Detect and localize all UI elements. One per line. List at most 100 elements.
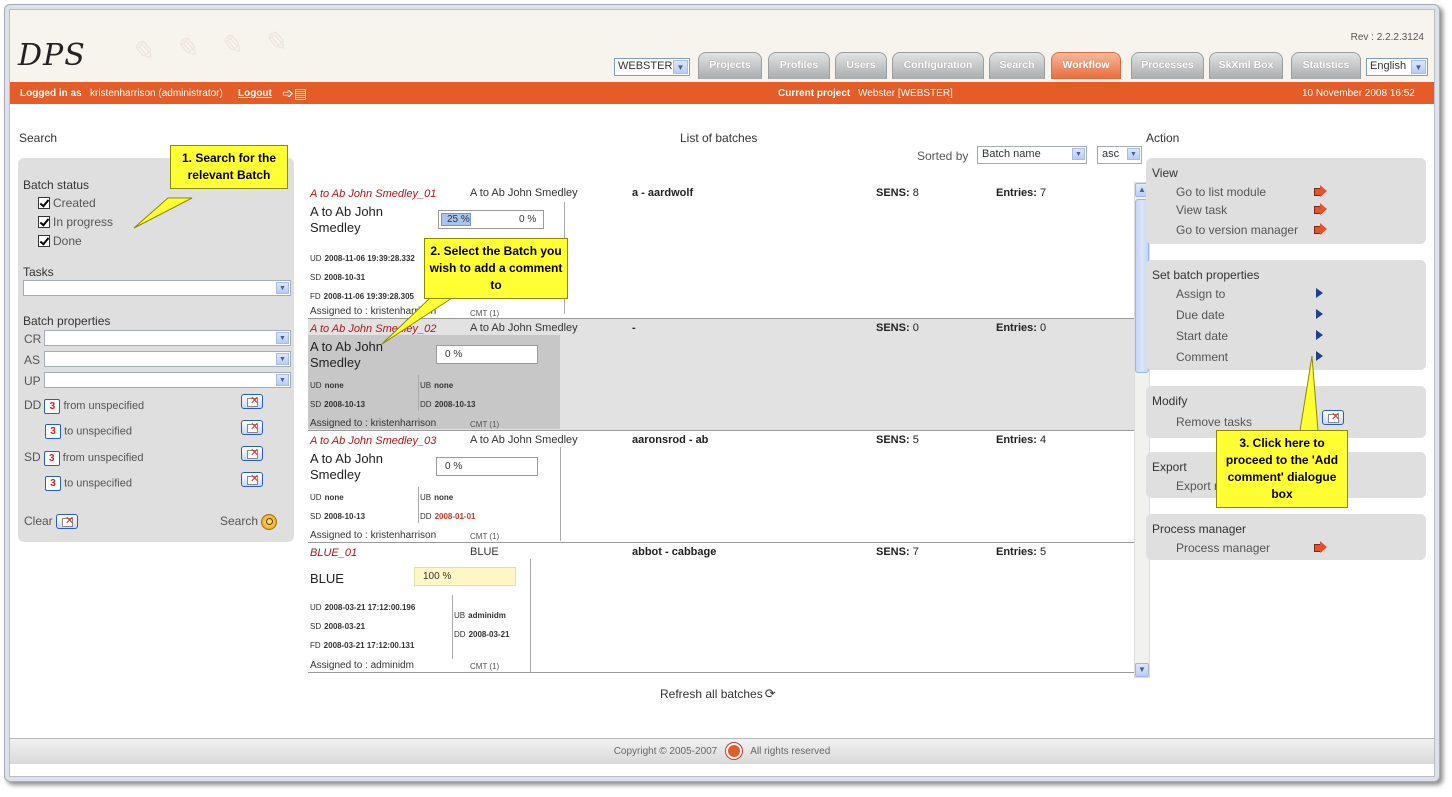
main-nav: Projects Profiles Users Configuration Se… xyxy=(10,52,1434,80)
as-label: AS xyxy=(24,353,41,367)
tasks-select[interactable]: ▼ xyxy=(23,280,291,296)
batch-range: - xyxy=(632,322,636,334)
logout-link[interactable]: Logout xyxy=(238,88,272,99)
remove-tasks-link[interactable]: Remove tasks xyxy=(1176,415,1252,429)
clear-date-icon[interactable] xyxy=(241,446,263,461)
assign-to-link[interactable]: Assign to xyxy=(1176,287,1225,301)
divider xyxy=(452,595,453,659)
export-link[interactable]: Export r xyxy=(1176,479,1218,493)
arrow-right-icon[interactable] xyxy=(1314,185,1327,197)
language-select[interactable]: English ▼ xyxy=(1366,58,1428,76)
tab-users[interactable]: Users xyxy=(835,52,887,79)
cr-select[interactable]: ▼ xyxy=(44,330,291,346)
process-manager-link[interactable]: Process manager xyxy=(1176,541,1270,555)
chevron-down-icon[interactable]: ▼ xyxy=(276,282,289,294)
batch-name[interactable]: A to Ab John Smedley_03 xyxy=(310,435,436,447)
go-to-version-manager-link[interactable]: Go to version manager xyxy=(1176,223,1298,237)
status-in-progress-checkbox[interactable]: In progress xyxy=(38,215,113,229)
ud-label: UD xyxy=(310,381,322,390)
calendar-icon[interactable]: 3 xyxy=(45,424,61,439)
status-done-label: Done xyxy=(53,234,82,248)
entries-label: Entries: xyxy=(996,187,1037,199)
comment-count[interactable]: CMT (1) xyxy=(470,420,499,429)
chevron-down-icon[interactable]: ▼ xyxy=(1411,60,1426,74)
status-created-checkbox[interactable]: Created xyxy=(38,196,96,210)
switch-window-icon[interactable]: ➩▤ xyxy=(282,85,307,102)
comment-count[interactable]: CMT (1) xyxy=(470,309,499,318)
chevron-down-icon[interactable]: ▼ xyxy=(276,332,289,344)
tab-workflow[interactable]: Workflow xyxy=(1051,52,1121,79)
go-to-list-module-link[interactable]: Go to list module xyxy=(1176,185,1266,199)
chevron-down-icon[interactable]: ▼ xyxy=(276,374,289,386)
chevron-down-icon[interactable]: ▼ xyxy=(1072,148,1085,160)
due-date-link[interactable]: Due date xyxy=(1176,308,1225,322)
tab-configuration[interactable]: Configuration xyxy=(892,52,984,79)
arrow-right-icon[interactable] xyxy=(1314,541,1327,553)
play-arrow-icon[interactable] xyxy=(1316,330,1323,340)
arrow-right-icon[interactable] xyxy=(1314,203,1327,215)
scroll-down-icon[interactable]: ▼ xyxy=(1135,663,1149,677)
chevron-down-icon[interactable]: ▼ xyxy=(1127,148,1140,160)
dd-meta: DD 2008-10-13 xyxy=(420,400,475,409)
batch-dictionary: A to Ab John Smedley xyxy=(470,187,578,199)
clear-label: Clear xyxy=(24,514,53,528)
up-select[interactable]: ▼ xyxy=(44,372,291,388)
status-done-checkbox[interactable]: Done xyxy=(38,234,82,248)
batch-row-selected[interactable]: A to Ab John Smedley_02 A to Ab John Sme… xyxy=(308,319,1134,431)
progress-value: 100 % xyxy=(423,571,452,582)
refresh-icon[interactable]: ⟳ xyxy=(765,686,776,702)
cr-label: CR xyxy=(24,332,42,346)
play-arrow-icon[interactable] xyxy=(1316,351,1323,361)
tab-skxml-box[interactable]: SkXml Box xyxy=(1209,52,1283,79)
dd-meta: DD 2008-03-21 xyxy=(454,630,509,639)
play-arrow-icon[interactable] xyxy=(1316,309,1323,319)
progress-value: 25 % xyxy=(447,214,470,225)
tab-statistics[interactable]: Statistics xyxy=(1291,52,1361,79)
batch-name[interactable]: BLUE_01 xyxy=(310,547,357,559)
checkbox-checked-icon[interactable] xyxy=(38,235,50,247)
dd-to-row: 3 to unspecified xyxy=(45,424,132,439)
batch-sens: SENS: 8 xyxy=(876,187,919,199)
tab-profiles[interactable]: Profiles xyxy=(768,52,830,79)
arrow-right-icon[interactable] xyxy=(1314,223,1327,235)
checkbox-checked-icon[interactable] xyxy=(38,197,50,209)
sd-meta: SD 2008-10-31 xyxy=(310,273,365,282)
batch-row[interactable]: BLUE_01 BLUE abbot - cabbage SENS: 7 Ent… xyxy=(308,543,1134,673)
sort-order-select[interactable]: asc ▼ xyxy=(1097,146,1142,164)
search-button[interactable]: Search xyxy=(220,514,278,530)
play-arrow-icon[interactable] xyxy=(1316,288,1323,298)
ub-label: UB xyxy=(420,381,432,390)
view-task-link[interactable]: View task xyxy=(1176,203,1227,217)
clear-icon[interactable] xyxy=(56,514,79,530)
search-icon[interactable] xyxy=(261,514,278,530)
remove-tasks-icon[interactable] xyxy=(1322,410,1344,425)
tab-processes[interactable]: Processes xyxy=(1131,52,1204,79)
sort-field-select[interactable]: Batch name ▼ xyxy=(977,146,1087,164)
calendar-icon[interactable]: 3 xyxy=(45,476,61,491)
batch-name[interactable]: A to Ab John Smedley_02 xyxy=(310,323,436,335)
clear-date-icon[interactable] xyxy=(241,472,263,487)
tab-search[interactable]: Search xyxy=(989,52,1045,79)
rights-text: All rights reserved xyxy=(750,746,831,757)
refresh-all-button[interactable]: Refresh all batches ⟳ xyxy=(660,686,776,702)
batch-name[interactable]: A to Ab John Smedley_01 xyxy=(310,188,436,200)
calendar-icon[interactable]: 3 xyxy=(43,450,60,466)
as-select[interactable]: ▼ xyxy=(44,351,291,367)
tab-projects[interactable]: Projects xyxy=(698,52,762,79)
clear-button[interactable]: Clear xyxy=(24,514,79,530)
calendar-icon[interactable]: 3 xyxy=(44,398,61,414)
comment-link[interactable]: Comment xyxy=(1176,350,1228,364)
sens-value: 7 xyxy=(912,546,919,558)
batch-sens: SENS: 7 xyxy=(876,546,919,558)
start-date-link[interactable]: Start date xyxy=(1176,329,1228,343)
dd-label: DD xyxy=(420,512,432,521)
chevron-down-icon[interactable]: ▼ xyxy=(276,353,289,365)
sens-label: SENS: xyxy=(876,546,910,558)
batch-row[interactable]: A to Ab John Smedley_03 A to Ab John Sme… xyxy=(308,431,1134,543)
comment-count[interactable]: CMT (1) xyxy=(470,662,499,671)
clear-date-icon[interactable] xyxy=(241,420,263,435)
language-select-value: English xyxy=(1370,60,1407,72)
comment-count[interactable]: CMT (1) xyxy=(470,532,499,541)
clear-date-icon[interactable] xyxy=(241,394,263,409)
checkbox-checked-icon[interactable] xyxy=(38,216,50,228)
